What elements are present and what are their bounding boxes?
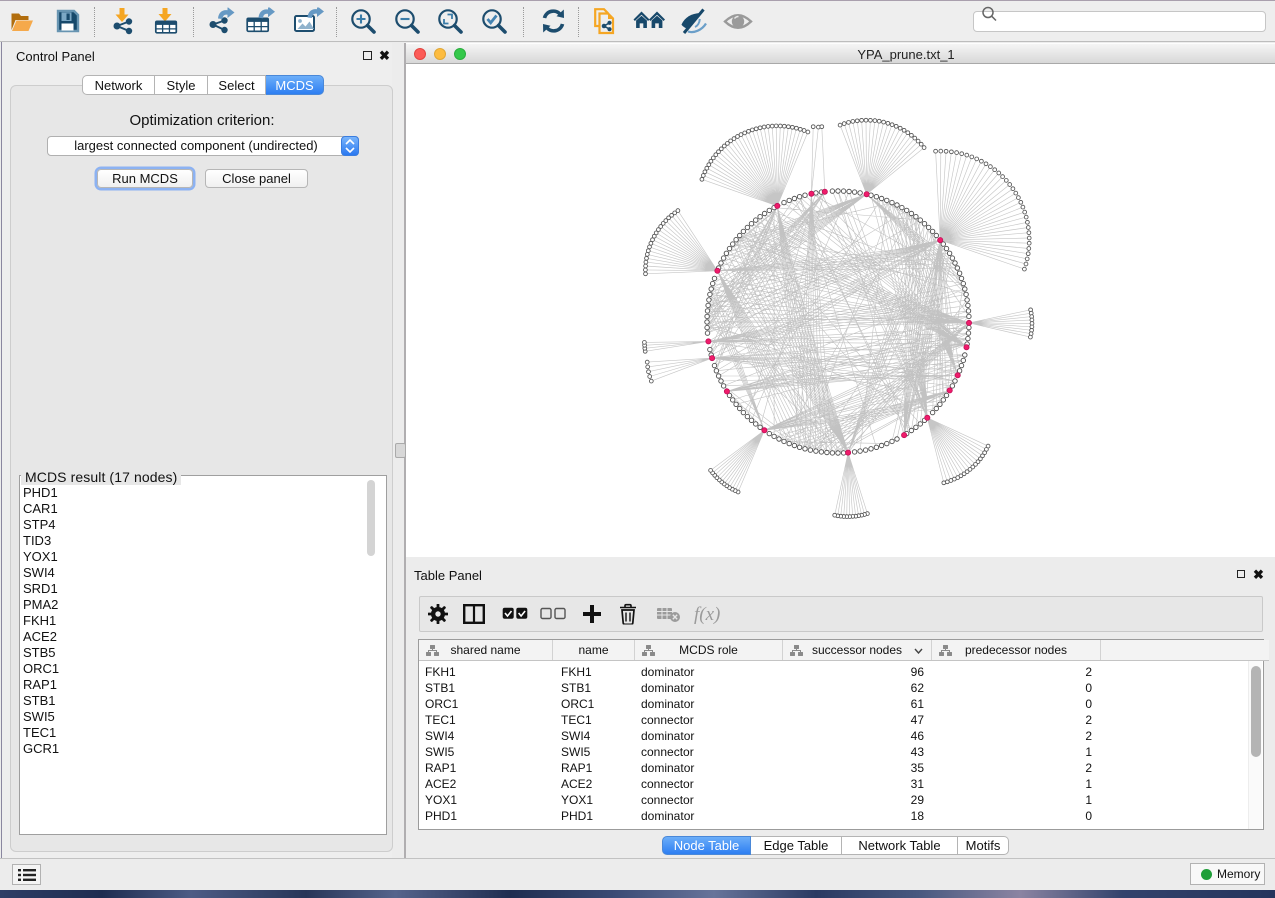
svg-text:f(x): f(x) — [694, 604, 720, 625]
